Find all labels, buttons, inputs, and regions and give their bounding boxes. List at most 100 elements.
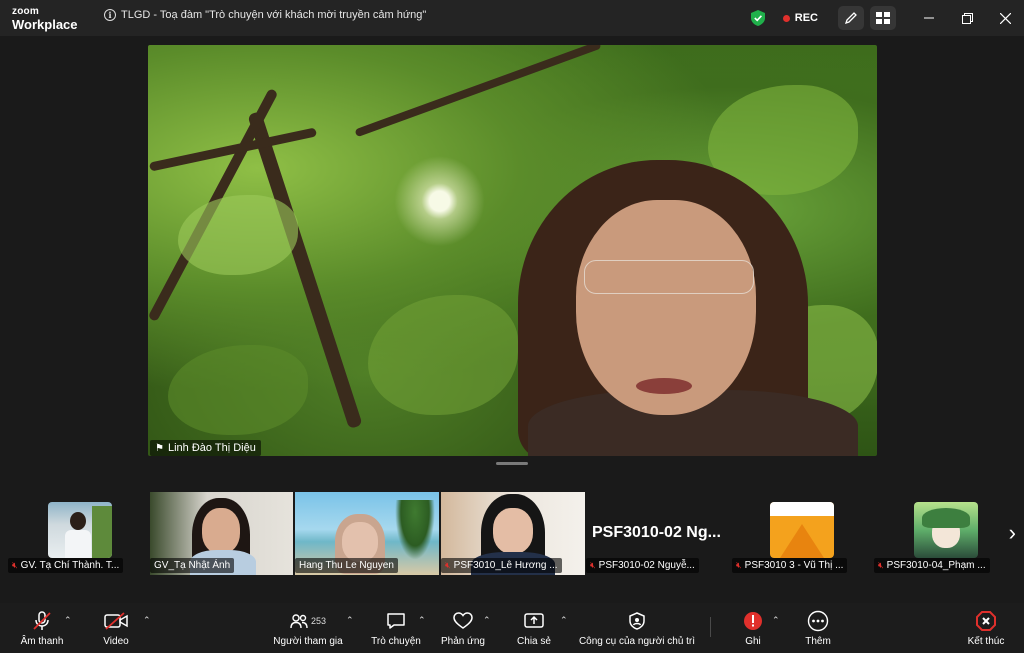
participant-name: GV. Tạ Chí Thành. T... — [20, 560, 120, 571]
pin-icon[interactable]: ⚑ — [155, 443, 164, 454]
participant-avatar — [48, 502, 112, 558]
minimize-button[interactable] — [910, 0, 948, 36]
notes-label: Ghi — [745, 636, 761, 647]
participants-label: Người tham gia — [273, 636, 343, 647]
audio-label: Âm thanh — [20, 636, 64, 647]
participants-count: 253 — [310, 616, 327, 626]
recording-indicator[interactable]: REC — [782, 12, 818, 24]
mic-muted-icon — [33, 611, 51, 630]
participants-button[interactable]: 253 Người tham gia — [270, 603, 346, 653]
participant-label: 🔇︎ PSF3010 3 - Vũ Thị ... — [732, 558, 848, 573]
zoom-logo: zoom Workplace — [12, 6, 78, 32]
chat-icon — [387, 613, 405, 629]
participant-name: GV_Tạ Nhật Ánh — [154, 560, 231, 571]
heart-icon — [453, 612, 473, 629]
mic-muted-icon: 🔇︎ — [736, 560, 742, 570]
participant-name: PSF3010 3 - Vũ Thị ... — [744, 560, 844, 571]
view-layout-button[interactable] — [870, 6, 896, 30]
participant-tile[interactable]: GV_Tạ Nhật Ánh — [150, 492, 293, 575]
mic-muted-icon: 🔇︎ — [590, 560, 596, 570]
participant-avatar — [914, 502, 978, 558]
participant-label: 🔇︎ PSF3010-02 Nguyễ... — [586, 558, 699, 573]
notes-options-chevron-icon[interactable]: ⌃ — [772, 615, 780, 626]
speaker-figure — [518, 160, 877, 456]
mic-muted-icon: 🔇︎ — [878, 560, 884, 570]
participant-label: GV_Tạ Nhật Ánh — [150, 558, 235, 573]
participant-tile[interactable]: 🔇︎ PSF3010-04_Phạm ... — [874, 492, 990, 575]
participant-name: Hang Thu Le Nguyen — [299, 560, 394, 571]
participant-tile[interactable]: 🔇︎ PSF3010_Lê Hương ... — [441, 492, 585, 575]
reactions-button[interactable]: Phản ứng — [438, 603, 488, 653]
video-off-icon — [104, 612, 128, 630]
pencil-icon — [844, 12, 857, 25]
participant-label: 🔇︎ GV. Tạ Chí Thành. T... — [8, 558, 124, 573]
video-options-chevron-icon[interactable]: ⌃ — [143, 615, 151, 626]
participant-display-name: PSF3010-02 Ng... — [592, 524, 721, 541]
more-icon — [807, 610, 829, 632]
logo-workplace-text: Workplace — [12, 17, 78, 32]
logo-zoom-text: zoom — [12, 6, 39, 17]
chat-options-chevron-icon[interactable]: ⌃ — [418, 615, 426, 626]
active-speaker-name-tag: ⚑ Linh Đào Thị Diệu — [150, 440, 261, 456]
recording-label: REC — [794, 12, 818, 24]
close-icon — [999, 12, 1011, 24]
participant-name: PSF3010_Lê Hương ... — [453, 560, 558, 571]
chat-label: Trò chuyện — [371, 636, 421, 647]
info-icon[interactable]: i — [104, 9, 116, 21]
participant-name: PSF3010-02 Nguyễ... — [598, 560, 695, 571]
participant-label: 🔇︎ PSF3010-04_Phạm ... — [874, 558, 990, 573]
active-speaker-video[interactable] — [148, 45, 877, 456]
more-button[interactable]: Thêm — [800, 603, 836, 653]
video-button[interactable]: Video — [96, 603, 136, 653]
title-bar: zoom Workplace i TLGD - Toạ đàm "Trò chu… — [0, 0, 1024, 36]
resize-handle[interactable] — [496, 462, 528, 465]
participant-label: 🔇︎ PSF3010_Lê Hương ... — [441, 558, 562, 573]
host-tools-button[interactable]: Công cụ của người chủ trì — [578, 603, 696, 653]
host-tools-shield-icon — [629, 612, 645, 630]
active-speaker-name: Linh Đào Thị Diệu — [167, 442, 256, 454]
share-options-chevron-icon[interactable]: ⌃ — [560, 615, 568, 626]
chat-button[interactable]: Trò chuyện — [368, 603, 424, 653]
participant-label: Hang Thu Le Nguyen — [295, 558, 398, 573]
reactions-label: Phản ứng — [441, 636, 485, 647]
video-label: Video — [103, 636, 129, 647]
toolbar-divider — [710, 617, 711, 637]
annotate-button[interactable] — [838, 6, 864, 30]
close-button[interactable] — [986, 0, 1024, 36]
mic-muted-icon: 🔇︎ — [445, 560, 451, 570]
notes-button[interactable]: Ghi — [738, 603, 768, 653]
reactions-options-chevron-icon[interactable]: ⌃ — [483, 615, 491, 626]
participant-tile[interactable]: 🔇︎ PSF3010 3 - Vũ Thị ... — [732, 492, 848, 575]
recording-dot-icon — [782, 14, 790, 22]
end-label: Kết thúc — [967, 636, 1005, 647]
meeting-toolbar: Âm thanh ⌃ Video ⌃ 253 Người tham gia ⌃ … — [0, 603, 1024, 653]
security-shield-icon[interactable] — [750, 10, 765, 26]
participants-options-chevron-icon[interactable]: ⌃ — [346, 615, 354, 626]
audio-options-chevron-icon[interactable]: ⌃ — [64, 615, 72, 626]
notes-alert-icon — [744, 612, 762, 630]
share-screen-button[interactable]: Chia sẻ — [514, 603, 554, 653]
more-label: Thêm — [805, 636, 831, 647]
meeting-title-text: TLGD - Toạ đàm "Trò chuyện với khách mời… — [121, 9, 427, 21]
participant-tile[interactable]: PSF3010-02 Ng... 🔇︎ PSF3010-02 Nguyễ... — [586, 492, 730, 575]
restore-icon — [961, 12, 973, 24]
minimize-icon — [924, 17, 934, 19]
participant-name: PSF3010-04_Phạm ... — [886, 560, 986, 571]
share-screen-icon — [524, 613, 544, 628]
audio-button[interactable]: Âm thanh — [14, 603, 70, 653]
share-label: Chia sẻ — [517, 636, 551, 647]
participant-strip: 🔇︎ GV. Tạ Chí Thành. T... GV_Tạ Nhật Ánh… — [0, 492, 1024, 576]
host-tools-label: Công cụ của người chủ trì — [578, 636, 696, 647]
mic-muted-icon: 🔇︎ — [12, 560, 18, 570]
restore-button[interactable] — [948, 0, 986, 36]
end-meeting-button[interactable]: Kết thúc — [960, 603, 1012, 653]
participants-icon — [290, 614, 308, 629]
title-bar-controls: REC — [750, 0, 1024, 36]
participant-tile[interactable]: 🔇︎ GV. Tạ Chí Thành. T... — [8, 492, 124, 575]
participant-tile[interactable]: Hang Thu Le Nguyen — [295, 492, 439, 575]
next-page-chevron-icon[interactable]: › — [1009, 520, 1016, 546]
participant-avatar — [770, 502, 834, 558]
meeting-title[interactable]: i TLGD - Toạ đàm "Trò chuyện với khách m… — [104, 9, 426, 21]
end-meeting-icon — [976, 611, 996, 631]
grid-icon — [876, 12, 890, 24]
